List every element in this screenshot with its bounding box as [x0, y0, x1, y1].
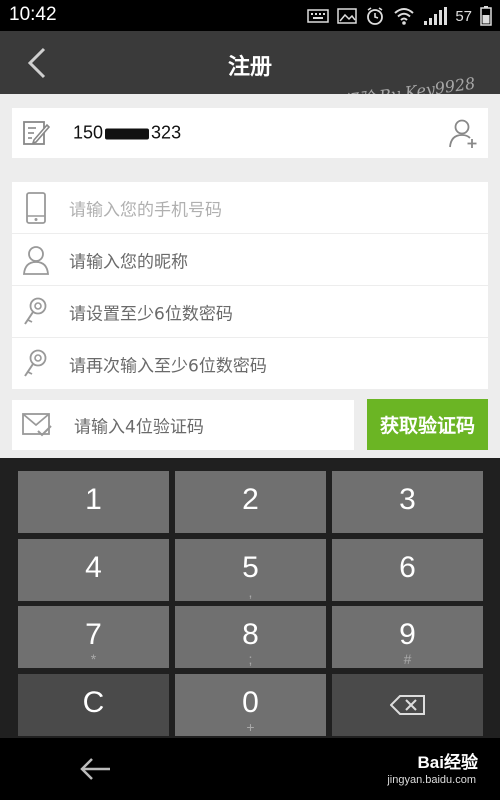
redaction-mark: [105, 128, 150, 140]
key-label: 8: [242, 618, 259, 651]
key-label: 3: [399, 483, 416, 516]
verification-code-field[interactable]: 请输入4位验证码: [12, 400, 354, 450]
key-label: 5: [242, 551, 259, 584]
key-label: 6: [399, 551, 416, 584]
battery-level: 57: [455, 7, 472, 25]
key-sublabel: #: [403, 651, 412, 667]
numeric-keypad: 1 2 3 4 5, 6 7 * 8; 9 # C 0 +: [0, 458, 500, 738]
get-code-button[interactable]: 获取验证码: [367, 399, 488, 450]
input-fields-group: 请输入您的手机号码 请输入您的昵称 请设置至少6位数密码 请再次输入至少6位数密…: [12, 182, 488, 389]
key-0[interactable]: 0 +: [175, 674, 326, 736]
key-label: 9: [399, 618, 416, 651]
status-icons: 57: [307, 5, 492, 27]
person-icon: [22, 244, 50, 276]
nav-back-button[interactable]: [78, 756, 112, 782]
key-9[interactable]: 9 #: [332, 606, 483, 668]
baidu-jingyan-logo: Bai经验: [417, 753, 478, 772]
key-7[interactable]: 7 *: [18, 606, 169, 668]
wifi-icon: [393, 7, 415, 25]
status-bar: 10:42 57: [0, 0, 500, 31]
envelope-check-icon: [22, 412, 52, 438]
key-sublabel: ,: [248, 584, 253, 600]
verification-code-placeholder: 请输入4位验证码: [74, 417, 204, 438]
baidu-jingyan-url: jingyan.baidu.com: [387, 774, 476, 786]
key-sublabel: +: [246, 719, 255, 735]
key-icon: [22, 296, 50, 328]
key-sublabel: ;: [248, 651, 253, 667]
key-5[interactable]: 5,: [175, 539, 326, 601]
phone-number-row[interactable]: 150 323: [12, 108, 488, 158]
key-2[interactable]: 2: [175, 471, 326, 533]
confirm-password-field-placeholder: 请再次输入至少6位数密码: [69, 356, 267, 376]
phone-number-value: 150 323: [73, 123, 181, 144]
status-time: 10:42: [9, 4, 57, 25]
backspace-icon: [389, 695, 425, 715]
backspace-key[interactable]: [332, 674, 483, 736]
title-bar: 注册 百度经验 By Key9928: [0, 31, 500, 115]
phone-icon: [22, 191, 50, 224]
key-icon: [22, 348, 50, 380]
phone-suffix: 323: [151, 122, 182, 143]
key-8[interactable]: 8;: [175, 606, 326, 668]
signal-icon: [423, 7, 448, 25]
keyboard-icon: [307, 9, 330, 23]
phone-field-placeholder: 请输入您的手机号码: [69, 200, 222, 220]
key-label: 2: [242, 483, 259, 516]
nickname-field-placeholder: 请输入您的昵称: [69, 252, 188, 272]
password-field-placeholder: 请设置至少6位数密码: [69, 304, 233, 324]
phone-field[interactable]: 请输入您的手机号码: [12, 182, 488, 233]
key-label: C: [82, 686, 105, 719]
key-1[interactable]: 1: [18, 471, 169, 533]
key-6[interactable]: 6: [332, 539, 483, 601]
password-field[interactable]: 请设置至少6位数密码: [12, 286, 488, 337]
nickname-field[interactable]: 请输入您的昵称: [12, 234, 488, 285]
key-3[interactable]: 3: [332, 471, 483, 533]
navigation-bar: Bai经验 jingyan.baidu.com: [0, 738, 500, 800]
clear-key[interactable]: C: [18, 674, 169, 736]
add-contact-button[interactable]: [448, 117, 480, 149]
key-label: 1: [85, 483, 102, 516]
battery-icon: [480, 6, 492, 26]
alarm-icon: [365, 6, 385, 26]
key-label: 7: [85, 618, 102, 651]
arrow-left-icon: [80, 758, 110, 780]
key-label: 0: [242, 686, 259, 719]
confirm-password-field[interactable]: 请再次输入至少6位数密码: [12, 338, 488, 389]
image-icon: [337, 8, 358, 24]
key-label: 4: [85, 551, 102, 584]
phone-prefix: 150: [73, 122, 104, 143]
key-sublabel: *: [90, 651, 97, 667]
key-4[interactable]: 4: [18, 539, 169, 601]
edit-icon: [22, 118, 51, 148]
add-person-icon: [449, 119, 477, 148]
registration-form: 150 323 请输入您的手机号码 请输入您的昵称 请设置至少6位数密码 请再次…: [0, 94, 500, 458]
